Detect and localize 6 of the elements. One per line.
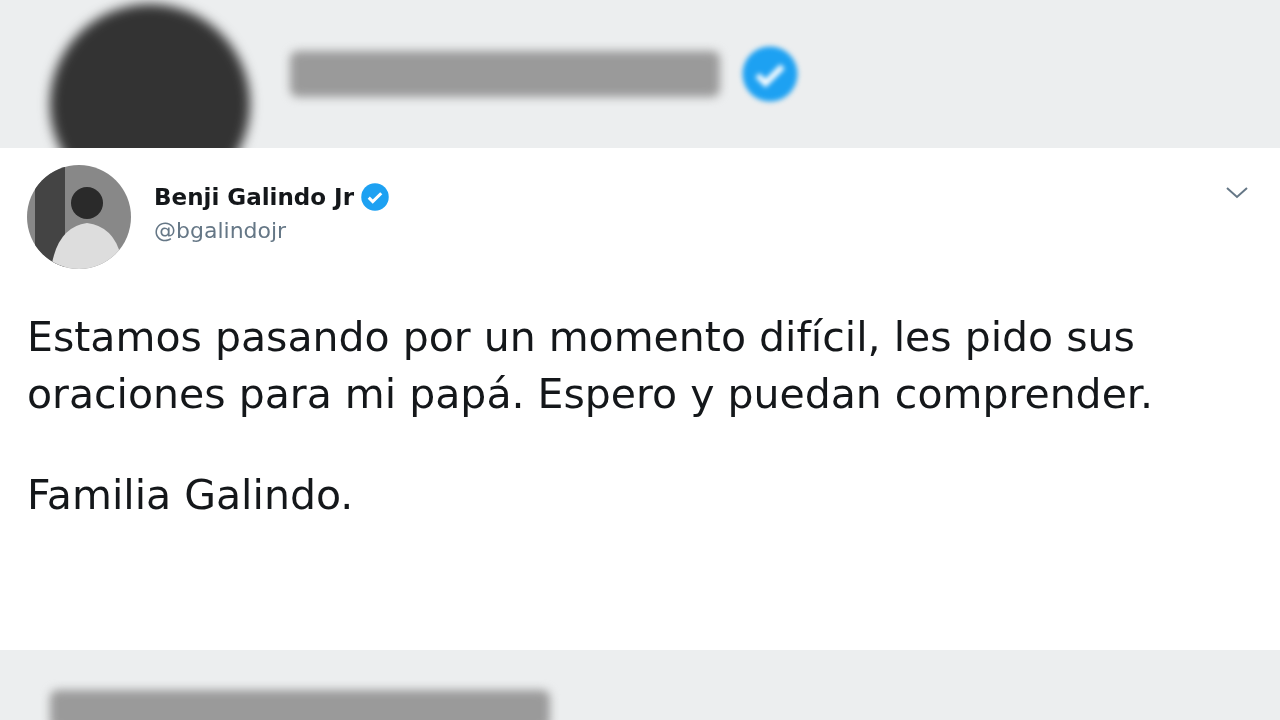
author-handle[interactable]: @bgalindojr [154, 218, 390, 243]
author-name[interactable]: Benji Galindo Jr [154, 184, 354, 210]
verified-badge-icon [740, 44, 800, 104]
chevron-down-icon[interactable] [1225, 185, 1249, 201]
tweet-text: Familia Galindo. [27, 470, 355, 521]
tweet-text: Estamos pasando por un momento difícil, les pido sus oraciones para mi papá. Espero y puedan comprender. [27, 312, 1154, 420]
